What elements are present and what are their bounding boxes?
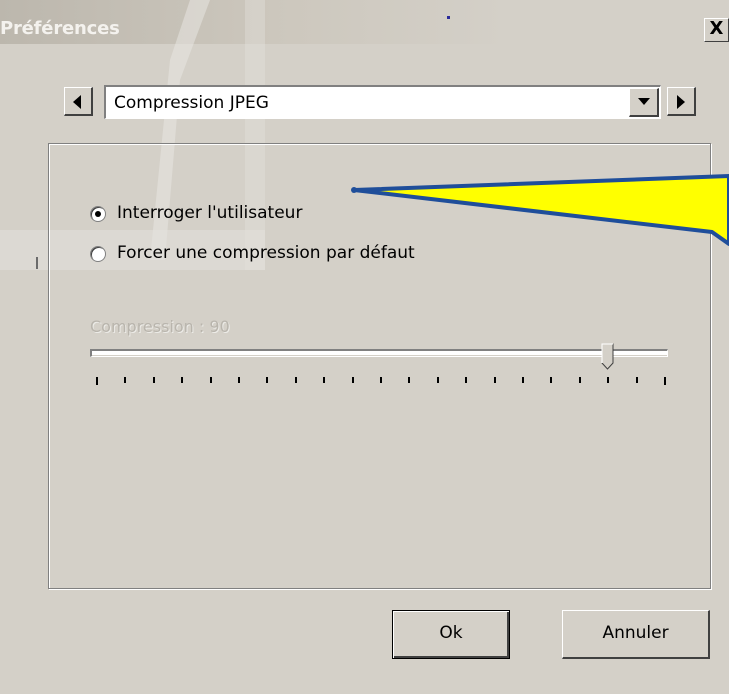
cancel-button[interactable]: Annuler — [562, 610, 710, 659]
slider-tick — [152, 377, 155, 383]
slider-tick — [550, 377, 553, 383]
slider-tick — [96, 377, 98, 385]
edge-mark — [36, 257, 38, 269]
slider-tick — [294, 377, 297, 383]
left-arrow-icon — [73, 95, 81, 109]
radio-label: Forcer une compression par défaut — [117, 243, 415, 263]
slider-tick — [124, 377, 127, 383]
slider-tick — [266, 377, 269, 383]
slider-tick — [181, 377, 184, 383]
category-select[interactable]: Compression JPEG — [104, 85, 661, 119]
chevron-down-icon — [638, 98, 650, 105]
next-category-button[interactable] — [667, 87, 696, 116]
slider-tick — [465, 377, 468, 383]
preferences-dialog: Préférences X Compression JPEG Interroge… — [0, 0, 729, 694]
slider-tick — [607, 377, 610, 383]
window-title: Préférences — [0, 18, 120, 39]
slider-tick — [635, 377, 638, 383]
category-dropdown-button[interactable] — [629, 88, 659, 117]
slider-tick — [351, 377, 354, 383]
radio-label: Interroger l'utilisateur — [117, 203, 303, 223]
compression-label: Compression : 90 — [90, 317, 230, 336]
slider-tick — [664, 377, 666, 385]
category-select-value: Compression JPEG — [114, 93, 269, 113]
close-button[interactable]: X — [704, 18, 729, 42]
compression-slider-track[interactable] — [90, 349, 668, 357]
slider-tick — [238, 377, 240, 383]
slider-tick — [380, 377, 382, 383]
right-arrow-icon — [677, 95, 685, 109]
slider-tick — [323, 377, 326, 383]
slider-tick — [522, 377, 524, 383]
previous-category-button[interactable] — [64, 87, 93, 116]
slider-tick — [209, 377, 212, 383]
slider-tick — [578, 377, 581, 383]
slider-tick — [408, 377, 411, 383]
radio-button[interactable] — [90, 246, 106, 262]
radio-button[interactable] — [90, 206, 106, 222]
title-bar-dot — [447, 16, 450, 19]
radio-selected-dot — [95, 211, 101, 217]
slider-tick — [493, 377, 496, 383]
ok-button[interactable]: Ok — [392, 610, 510, 659]
slider-tick — [436, 377, 439, 383]
title-bar[interactable]: Préférences X — [0, 0, 729, 44]
compression-slider-thumb[interactable] — [601, 343, 615, 371]
